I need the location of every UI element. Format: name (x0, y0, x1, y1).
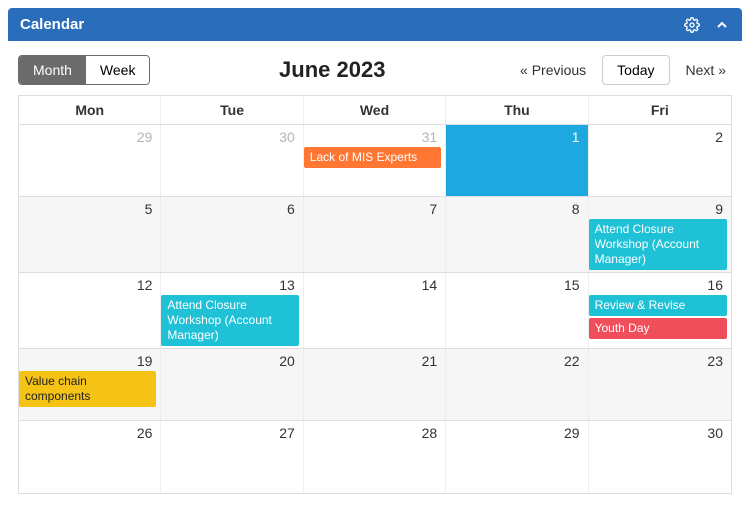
day-cell[interactable]: 16 Review & Revise Youth Day (589, 273, 731, 348)
day-number: 29 (446, 421, 587, 441)
day-cell[interactable]: 26 (19, 421, 161, 493)
day-number: 27 (161, 421, 302, 441)
day-number: 20 (161, 349, 302, 369)
day-cell[interactable]: 23 (589, 349, 731, 420)
events: Review & Revise Youth Day (589, 293, 731, 341)
day-number: 2 (589, 125, 731, 145)
day-number: 28 (304, 421, 445, 441)
col-header-mon: Mon (19, 96, 161, 124)
nav-controls: « Previous Today Next » (514, 55, 732, 85)
day-number: 15 (446, 273, 587, 293)
day-number: 13 (161, 273, 302, 293)
day-number: 26 (19, 421, 160, 441)
prev-button[interactable]: « Previous (514, 58, 592, 82)
day-number: 8 (446, 197, 587, 217)
events: Value chain components (19, 369, 160, 409)
day-cell[interactable]: 12 (19, 273, 161, 348)
view-week-button[interactable]: Week (86, 56, 150, 84)
day-cell[interactable]: 27 (161, 421, 303, 493)
event-lack-mis[interactable]: Lack of MIS Experts (304, 147, 441, 168)
day-number: 19 (19, 349, 160, 369)
day-number: 1 (446, 125, 587, 145)
calendar-toolbar: Month Week June 2023 « Previous Today Ne… (8, 41, 742, 95)
event-review-revise[interactable]: Review & Revise (589, 295, 727, 316)
day-number: 16 (589, 273, 731, 293)
day-number: 6 (161, 197, 302, 217)
day-number: 7 (304, 197, 445, 217)
gear-icon[interactable] (684, 17, 700, 33)
event-closure-workshop[interactable]: Attend Closure Workshop (Account Manager… (161, 295, 298, 346)
day-number: 22 (446, 349, 587, 369)
event-closure-workshop[interactable]: Attend Closure Workshop (Account Manager… (589, 219, 727, 270)
col-header-wed: Wed (304, 96, 446, 124)
day-number: 12 (19, 273, 160, 293)
calendar-header-row: Mon Tue Wed Thu Fri (19, 96, 731, 125)
panel-title: Calendar (20, 16, 84, 33)
calendar-row: 19 Value chain components 20 21 22 23 (19, 349, 731, 421)
day-cell[interactable]: 22 (446, 349, 588, 420)
day-cell[interactable]: 9 Attend Closure Workshop (Account Manag… (589, 197, 731, 272)
day-number: 14 (304, 273, 445, 293)
day-cell[interactable]: 29 (19, 125, 161, 196)
day-number: 31 (304, 125, 445, 145)
day-cell[interactable]: 13 Attend Closure Workshop (Account Mana… (161, 273, 303, 348)
day-cell[interactable]: 30 (161, 125, 303, 196)
day-cell[interactable]: 2 (589, 125, 731, 196)
event-youth-day[interactable]: Youth Day (589, 318, 727, 339)
calendar-row: 12 13 Attend Closure Workshop (Account M… (19, 273, 731, 349)
day-number: 29 (19, 125, 160, 145)
day-cell[interactable]: 29 (446, 421, 588, 493)
view-month-button[interactable]: Month (19, 56, 86, 84)
events: Lack of MIS Experts (304, 145, 445, 170)
day-cell[interactable]: 19 Value chain components (19, 349, 161, 420)
day-number: 30 (589, 421, 731, 441)
col-header-thu: Thu (446, 96, 588, 124)
chevron-up-icon[interactable] (714, 17, 730, 33)
calendar-row: 5 6 7 8 9 Attend Closure Workshop (Accou… (19, 197, 731, 273)
day-cell[interactable]: 14 (304, 273, 446, 348)
day-cell[interactable]: 30 (589, 421, 731, 493)
day-cell[interactable]: 21 (304, 349, 446, 420)
events: Attend Closure Workshop (Account Manager… (589, 217, 731, 272)
day-cell[interactable]: 7 (304, 197, 446, 272)
col-header-fri: Fri (589, 96, 731, 124)
day-cell-selected[interactable]: 1 (446, 125, 588, 196)
day-number: 30 (161, 125, 302, 145)
calendar-row: 26 27 28 29 30 (19, 421, 731, 493)
event-value-chain[interactable]: Value chain components (19, 371, 156, 407)
day-number: 5 (19, 197, 160, 217)
day-number: 9 (589, 197, 731, 217)
view-toggle: Month Week (18, 55, 150, 85)
next-button[interactable]: Next » (680, 58, 732, 82)
day-cell[interactable]: 15 (446, 273, 588, 348)
day-cell[interactable]: 8 (446, 197, 588, 272)
day-number: 21 (304, 349, 445, 369)
day-cell[interactable]: 20 (161, 349, 303, 420)
day-number: 23 (589, 349, 731, 369)
calendar-row: 29 30 31 Lack of MIS Experts 1 2 (19, 125, 731, 197)
day-cell[interactable]: 31 Lack of MIS Experts (304, 125, 446, 196)
calendar-panel: Calendar Month Week June 2023 « Previous… (8, 8, 742, 504)
calendar-grid: Mon Tue Wed Thu Fri 29 30 31 Lack of MIS… (18, 95, 732, 494)
panel-header: Calendar (8, 8, 742, 41)
day-cell[interactable]: 6 (161, 197, 303, 272)
panel-header-icons (684, 17, 730, 33)
col-header-tue: Tue (161, 96, 303, 124)
today-button[interactable]: Today (602, 55, 669, 85)
calendar-title: June 2023 (150, 57, 514, 83)
events: Attend Closure Workshop (Account Manager… (161, 293, 302, 348)
day-cell[interactable]: 5 (19, 197, 161, 272)
day-cell[interactable]: 28 (304, 421, 446, 493)
